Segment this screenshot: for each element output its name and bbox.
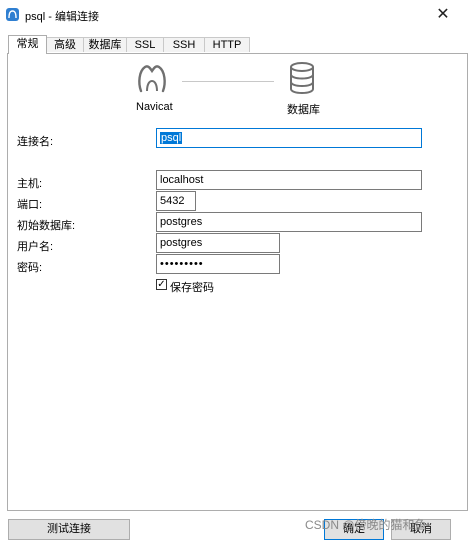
watermark-text: CSDN @傍晚的猫和鱼 xyxy=(305,518,427,532)
tab-ssl[interactable]: SSL xyxy=(126,37,164,52)
test-connection-button[interactable]: 测试连接 xyxy=(8,519,130,540)
host-label: 主机: xyxy=(17,178,43,190)
tab-advanced[interactable]: 高级 xyxy=(46,37,84,52)
tab-database[interactable]: 数据库 xyxy=(83,37,127,52)
title-bar: psql - 编辑连接 ✕ xyxy=(0,0,474,30)
connection-name-value: psql xyxy=(160,132,183,144)
port-input[interactable]: 5432 xyxy=(156,191,196,211)
username-input[interactable]: postgres xyxy=(156,233,280,253)
username-label: 用户名: xyxy=(17,241,54,253)
initial-database-input[interactable]: postgres xyxy=(156,212,422,232)
navicat-app-icon xyxy=(6,8,19,21)
tab-ssh[interactable]: SSH xyxy=(163,37,205,52)
database-label: 数据库 xyxy=(287,104,320,116)
navicat-label: Navicat xyxy=(136,101,173,113)
navicat-logo-icon xyxy=(135,61,169,98)
save-password-label[interactable]: 保存密码 xyxy=(170,279,214,295)
initial-database-label: 初始数据库: xyxy=(17,220,76,232)
close-button[interactable]: ✕ xyxy=(432,4,454,26)
host-input[interactable]: localhost xyxy=(156,170,422,190)
port-label: 端口: xyxy=(17,199,43,211)
connection-name-input[interactable]: psql xyxy=(156,128,422,148)
close-icon[interactable]: ✕ xyxy=(436,6,449,23)
database-icon xyxy=(289,62,315,97)
save-password-checkbox[interactable]: ✓ xyxy=(156,279,167,290)
checkmark-icon: ✓ xyxy=(157,279,166,290)
password-mask: ••••••••• xyxy=(160,258,204,270)
password-input[interactable]: ••••••••• xyxy=(156,254,280,274)
connection-line xyxy=(182,81,274,82)
general-tab-panel xyxy=(7,53,468,511)
connection-name-label: 连接名: xyxy=(17,136,54,148)
tab-http[interactable]: HTTP xyxy=(204,37,250,52)
window-title: psql - 编辑连接 xyxy=(25,11,99,23)
password-label: 密码: xyxy=(17,262,43,274)
tab-general[interactable]: 常规 xyxy=(8,35,47,54)
